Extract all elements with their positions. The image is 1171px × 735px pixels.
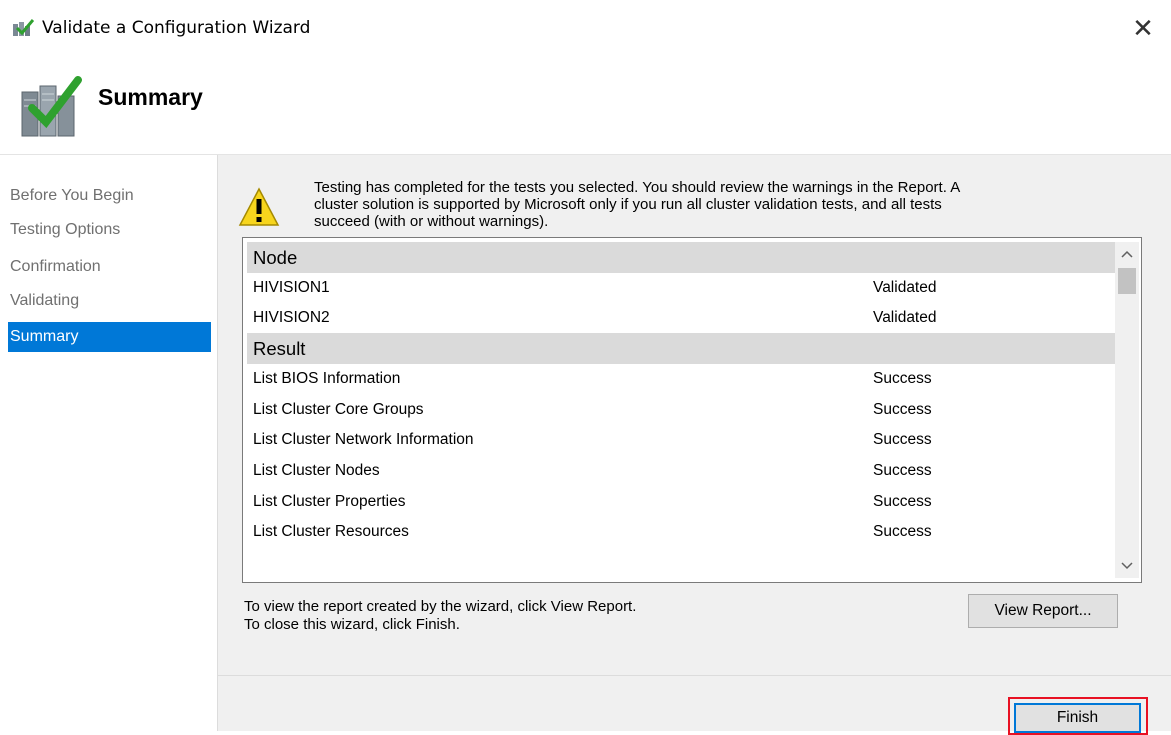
nav-step-confirmation[interactable]: Confirmation [8, 252, 211, 282]
nav-step-summary[interactable]: Summary [8, 322, 211, 352]
wizard-app-icon [13, 19, 34, 36]
group-label: Node [253, 247, 298, 268]
window-title: Validate a Configuration Wizard [42, 18, 311, 38]
title-bar: Validate a Configuration Wizard ✕ [0, 0, 1171, 58]
list-item[interactable]: HIVISION1 Validated [247, 272, 1115, 303]
wizard-steps-nav: Before You Begin Testing Options Confirm… [0, 155, 216, 730]
nav-step-testing-options[interactable]: Testing Options [8, 215, 211, 245]
list-item[interactable]: List BIOS Information Success [247, 363, 1115, 394]
wizard-header: Summary [0, 58, 1171, 154]
scroll-up-button[interactable] [1115, 242, 1139, 266]
item-name: HIVISION1 [253, 279, 330, 296]
item-status: Validated [873, 309, 937, 326]
status-message: Testing has completed for the tests you … [314, 179, 1144, 230]
chevron-up-icon [1121, 250, 1133, 258]
list-item[interactable]: List Cluster Resources Success [247, 516, 1115, 547]
item-name: List BIOS Information [253, 370, 401, 387]
finish-button[interactable]: Finish [1014, 703, 1141, 733]
list-group-header: Result [247, 333, 1115, 364]
item-status: Validated [873, 279, 937, 296]
nav-step-before-you-begin[interactable]: Before You Begin [8, 181, 211, 211]
instructions-text: To view the report created by the wizard… [244, 598, 636, 634]
scroll-down-button[interactable] [1115, 554, 1139, 578]
item-status: Success [873, 370, 932, 387]
close-icon: ✕ [1132, 12, 1154, 43]
item-name: List Cluster Properties [253, 493, 406, 510]
item-name: List Cluster Core Groups [253, 401, 424, 418]
list-item[interactable]: List Cluster Core Groups Success [247, 394, 1115, 425]
item-status: Success [873, 462, 932, 479]
content-panel: Testing has completed for the tests you … [217, 155, 1171, 675]
instruction-line: To view the report created by the wizard… [244, 598, 637, 615]
status-message-line: cluster solution is supported by Microso… [314, 196, 942, 213]
vertical-scrollbar[interactable] [1115, 242, 1139, 578]
status-message-line: succeed (with or without warnings). [314, 213, 549, 230]
chevron-down-icon [1121, 562, 1133, 570]
list-item[interactable]: List Cluster Nodes Success [247, 455, 1115, 486]
view-report-button[interactable]: View Report... [968, 594, 1118, 628]
item-status: Success [873, 493, 932, 510]
nav-step-validating[interactable]: Validating [8, 286, 211, 316]
results-list-viewport: Node HIVISION1 Validated HIVISION2 Valid… [247, 242, 1115, 578]
wizard-footer: Finish [217, 675, 1171, 735]
list-item[interactable]: HIVISION2 Validated [247, 302, 1115, 333]
page-title: Summary [98, 84, 203, 110]
group-label: Result [253, 338, 306, 359]
item-name: List Cluster Resources [253, 523, 409, 540]
item-name: HIVISION2 [253, 309, 330, 326]
list-item[interactable]: List Cluster Network Information Success [247, 424, 1115, 455]
validation-summary-icon [21, 76, 82, 137]
item-status: Success [873, 431, 932, 448]
item-status: Success [873, 523, 932, 540]
close-button[interactable]: ✕ [1125, 10, 1161, 46]
status-message-line: Testing has completed for the tests you … [314, 179, 961, 196]
item-name: List Cluster Network Information [253, 431, 474, 448]
item-name: List Cluster Nodes [253, 462, 380, 479]
scroll-thumb[interactable] [1118, 268, 1136, 294]
list-group-header: Node [247, 242, 1115, 273]
item-status: Success [873, 401, 932, 418]
list-item[interactable]: List Cluster Properties Success [247, 486, 1115, 517]
validation-results-list[interactable]: Node HIVISION1 Validated HIVISION2 Valid… [242, 237, 1142, 583]
instruction-line: To close this wizard, click Finish. [244, 616, 460, 633]
warning-icon [238, 187, 280, 226]
